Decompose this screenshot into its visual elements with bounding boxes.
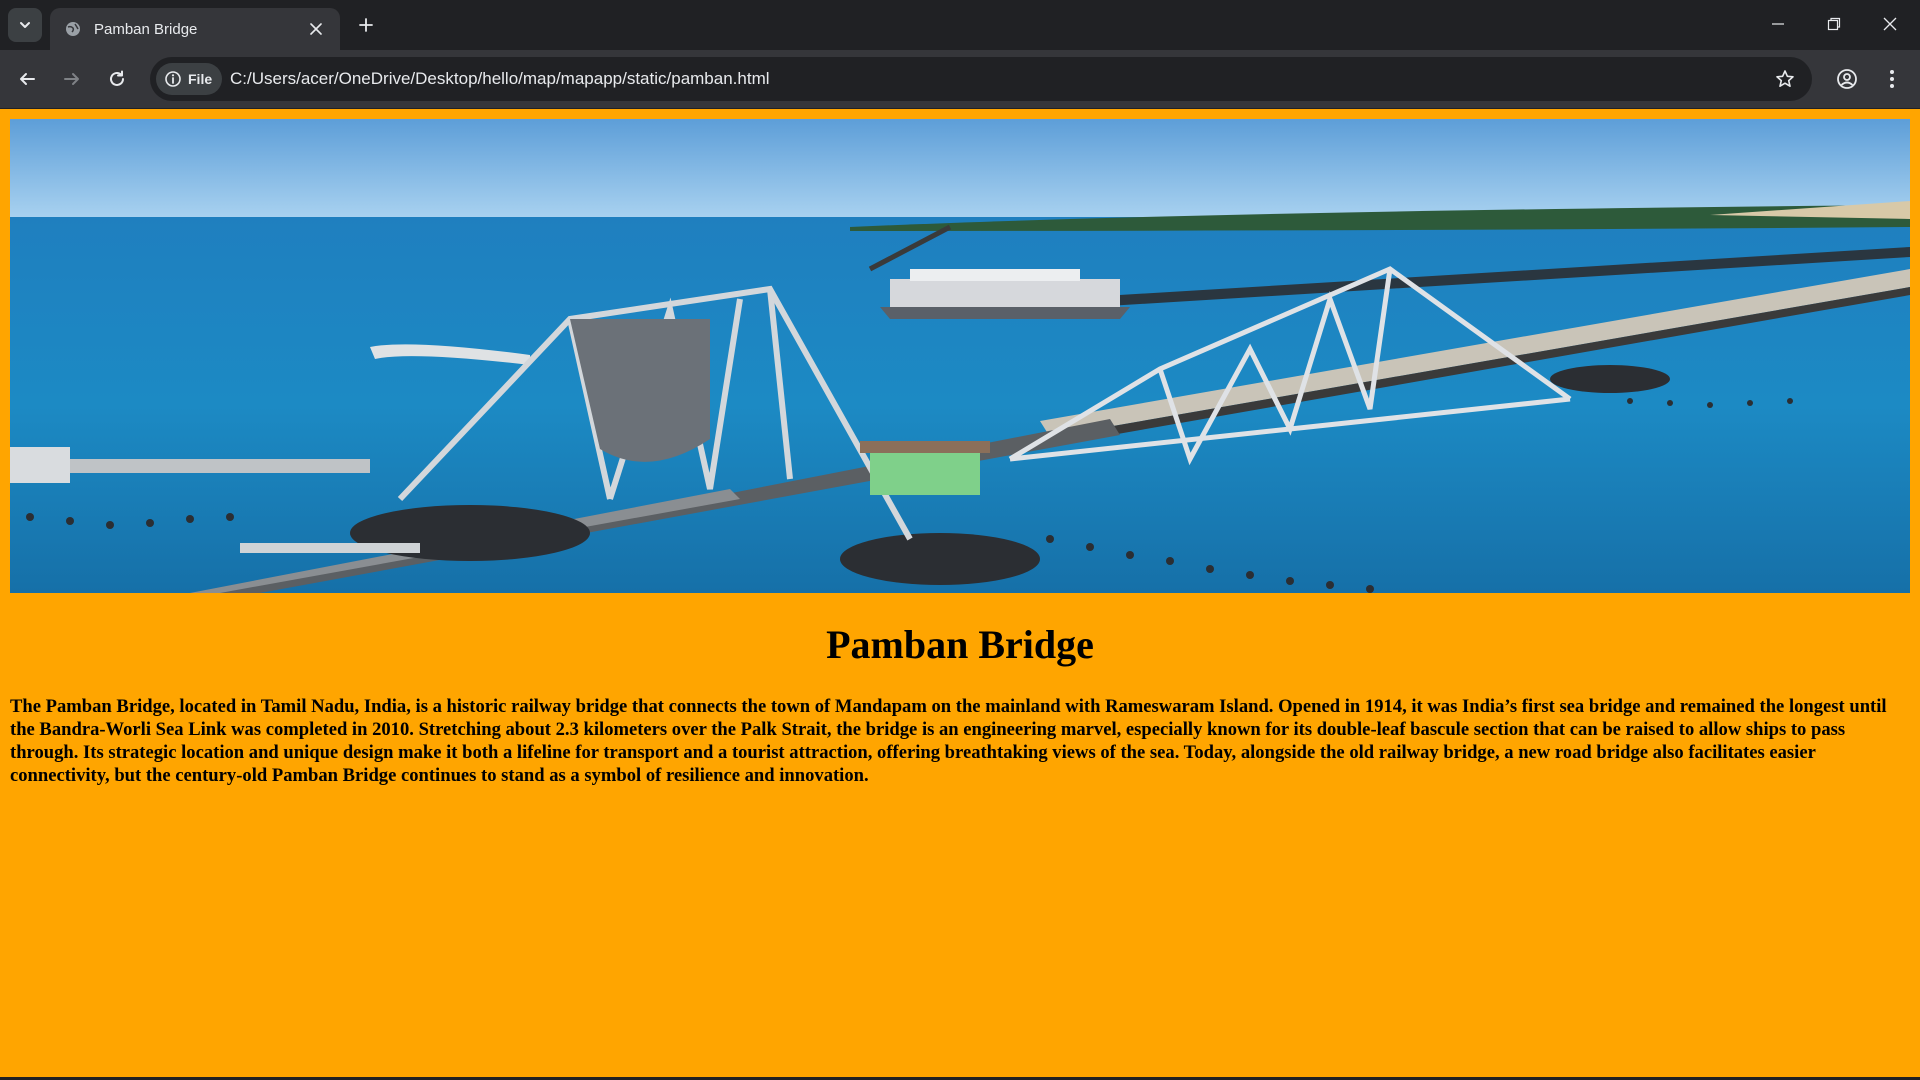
tab-strip: Pamban Bridge bbox=[0, 0, 1920, 50]
close-window-button[interactable] bbox=[1862, 0, 1918, 48]
profile-icon bbox=[1837, 69, 1857, 89]
star-icon bbox=[1776, 70, 1794, 87]
toolbar: File C:/Users/acer/OneDrive/Desktop/hell… bbox=[0, 50, 1920, 108]
back-button[interactable] bbox=[9, 61, 45, 97]
new-tab-button[interactable] bbox=[352, 11, 380, 39]
arrow-right-icon bbox=[64, 73, 79, 85]
tab-search-button[interactable] bbox=[8, 8, 42, 42]
close-icon[interactable] bbox=[304, 17, 328, 41]
tab-active[interactable]: Pamban Bridge bbox=[50, 8, 340, 50]
plus-icon bbox=[359, 18, 373, 32]
arrow-left-icon bbox=[20, 73, 35, 85]
tab-title: Pamban Bridge bbox=[94, 20, 198, 38]
menu-button[interactable] bbox=[1874, 61, 1910, 97]
restore-icon bbox=[1827, 17, 1841, 31]
url-text[interactable]: C:/Users/acer/OneDrive/Desktop/hello/map… bbox=[230, 69, 770, 89]
address-bar[interactable]: File C:/Users/acer/OneDrive/Desktop/hell… bbox=[150, 57, 1812, 101]
chevron-down-icon bbox=[20, 22, 30, 28]
hero-image bbox=[10, 119, 1910, 593]
site-chip-label: File bbox=[188, 71, 213, 87]
site-info-chip[interactable]: File bbox=[156, 63, 223, 95]
page-title: Pamban Bridge bbox=[826, 622, 1094, 667]
page-viewport: Pamban Bridge The Pamban Bridge, located… bbox=[0, 109, 1920, 1077]
restore-button[interactable] bbox=[1806, 0, 1862, 48]
page-paragraph: The Pamban Bridge, located in Tamil Nadu… bbox=[10, 696, 1887, 786]
reload-button[interactable] bbox=[99, 61, 135, 97]
more-vert-icon bbox=[1890, 70, 1894, 88]
info-icon bbox=[165, 71, 181, 87]
minimize-button[interactable] bbox=[1750, 0, 1806, 48]
browser-chrome: Pamban Bridge File C:/Users/acer/OneDriv… bbox=[0, 0, 1920, 109]
close-icon bbox=[1883, 17, 1897, 31]
profile-button[interactable] bbox=[1829, 61, 1865, 97]
bookmark-button[interactable] bbox=[1770, 64, 1800, 94]
minimize-icon bbox=[1772, 23, 1784, 25]
forward-button[interactable] bbox=[54, 61, 90, 97]
globe-icon bbox=[64, 20, 82, 38]
reload-icon bbox=[110, 70, 124, 86]
